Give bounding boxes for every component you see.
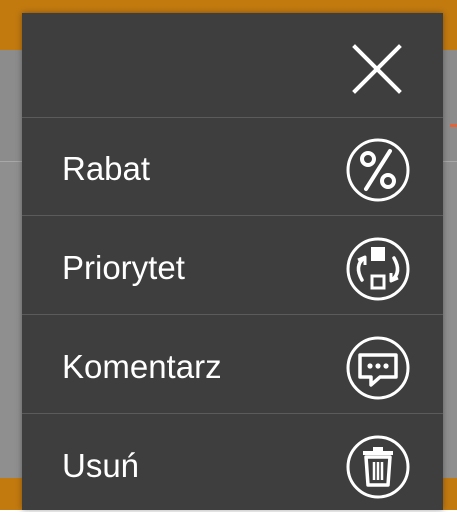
- menu-item-label: Rabat: [62, 150, 151, 187]
- menu-header: [22, 13, 443, 118]
- close-icon: [352, 44, 402, 94]
- menu-item-label: Usuń: [62, 447, 140, 484]
- menu-item-label: Komentarz: [62, 348, 222, 385]
- menu-item-usun[interactable]: Usuń: [22, 414, 443, 512]
- context-menu: Rabat Priorytet Komentarz Usuń: [22, 13, 443, 510]
- menu-item-priorytet[interactable]: Priorytet: [22, 216, 443, 315]
- percent-icon: [334, 137, 422, 203]
- menu-item-rabat[interactable]: Rabat: [22, 117, 443, 216]
- trash-icon: [334, 434, 422, 500]
- priority-swap-icon: [334, 236, 422, 302]
- comment-icon: [334, 335, 422, 401]
- close-button[interactable]: [349, 41, 405, 97]
- background-accent-mark: [450, 124, 457, 127]
- menu-item-komentarz[interactable]: Komentarz: [22, 315, 443, 414]
- menu-item-label: Priorytet: [62, 249, 185, 286]
